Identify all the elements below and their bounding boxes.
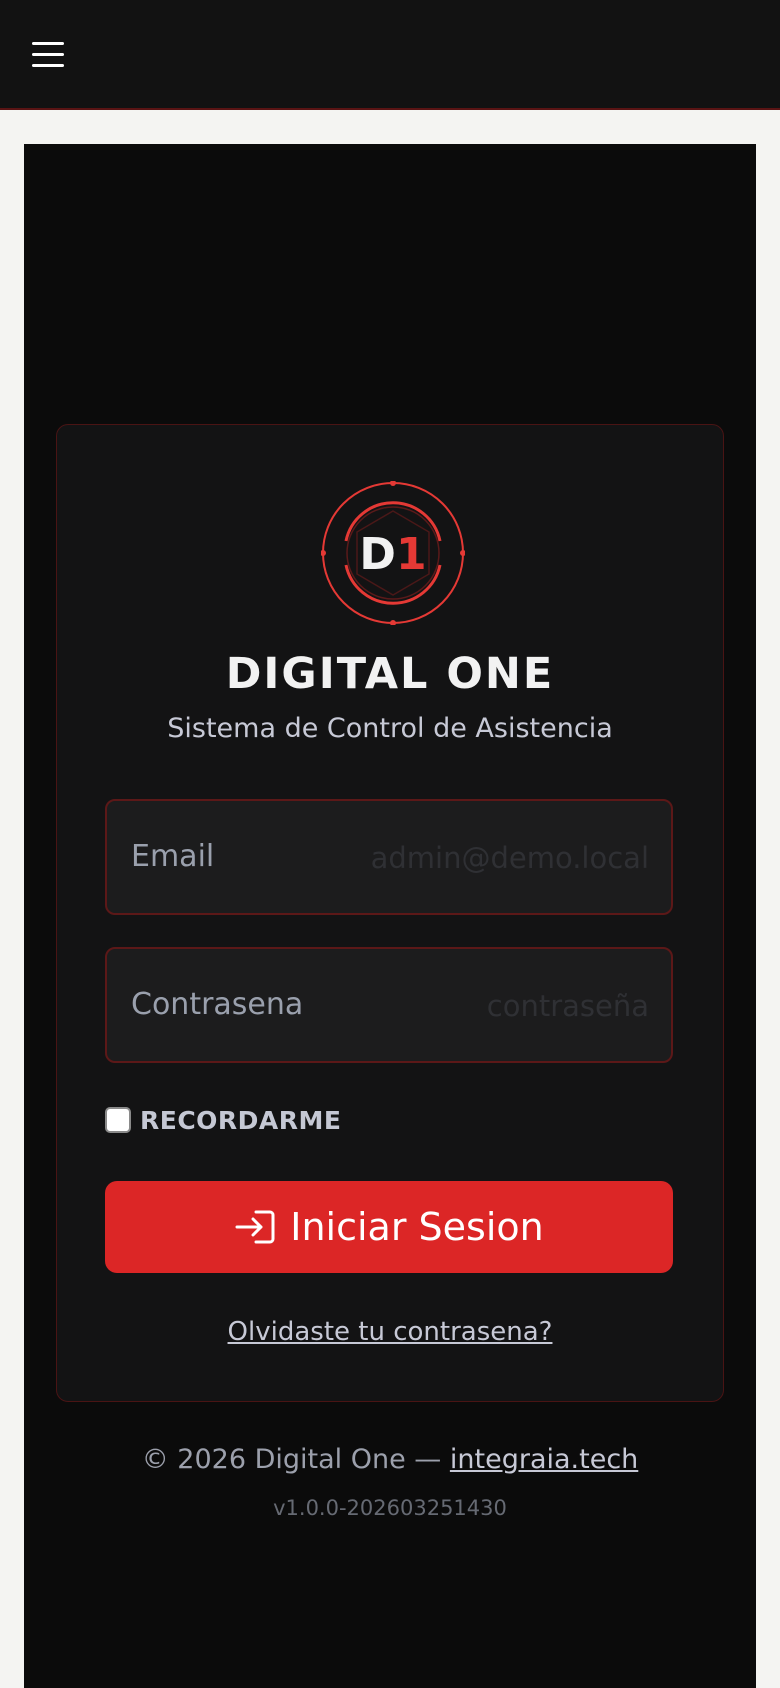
login-button-label: Iniciar Sesion [290,1205,544,1249]
email-label: Email [131,839,215,874]
forgot-password: Olvidaste tu contrasena? [57,1317,723,1347]
login-card: D1 DIGITAL ONE Sistema de Control de Asi… [56,424,724,1402]
email-field[interactable]: Email [105,799,673,915]
brand-tagline: Sistema de Control de Asistencia [167,713,613,744]
login-icon [235,1210,275,1244]
brand-name: DIGITAL ONE [225,649,555,699]
password-field[interactable]: Contrasena [105,947,673,1063]
version-text: v1.0.0-202603251430 [273,1496,507,1520]
email-input[interactable] [349,835,649,881]
remember-checkbox[interactable] [105,1107,131,1133]
integraia-link[interactable]: integraia.tech [450,1444,638,1475]
footer-copyright: © 2026 Digital One — integraia.tech [24,1444,756,1475]
login-button[interactable]: Iniciar Sesion [105,1181,673,1273]
password-label: Contrasena [131,987,304,1022]
digital-one-logo: D1 [321,481,465,625]
forgot-password-link[interactable]: Olvidaste tu contrasena? [228,1317,553,1347]
remember-label[interactable]: RECORDARME [140,1106,341,1135]
password-input[interactable] [349,983,649,1029]
copyright-text: © 2026 Digital One — [141,1444,450,1475]
login-panel: D1 DIGITAL ONE Sistema de Control de Asi… [24,144,756,1688]
hamburger-menu-icon[interactable] [32,42,64,70]
top-nav-bar [0,0,780,110]
remember-me[interactable]: RECORDARME [105,1105,341,1135]
svg-text:D1: D1 [359,529,426,580]
